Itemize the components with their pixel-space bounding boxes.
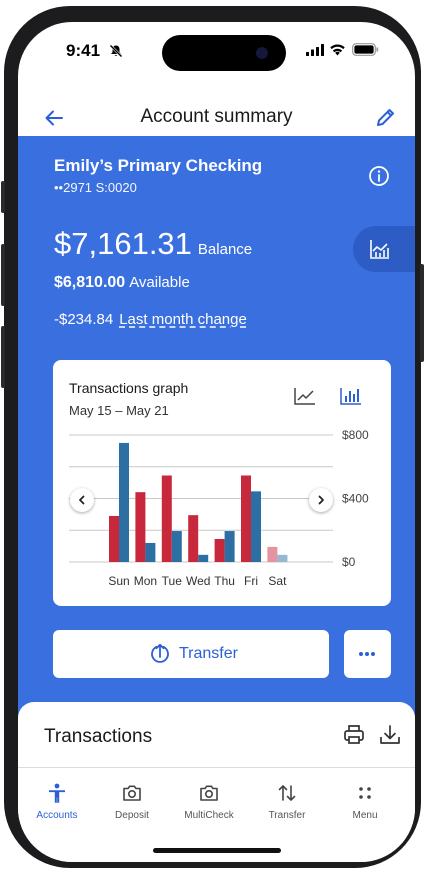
chart-bar (241, 475, 251, 562)
chart-bar (277, 554, 288, 562)
download-icon[interactable] (377, 722, 403, 748)
camera-icon (123, 785, 141, 801)
chart-bar (119, 442, 129, 562)
side-button-volume-up (1, 244, 5, 306)
tab-label: Transfer (268, 810, 306, 821)
chart-bar (188, 515, 199, 562)
chart-bar (198, 554, 209, 562)
upload-circle-icon (151, 643, 169, 663)
cellular-signal-icon (306, 44, 324, 56)
chart-next-button[interactable] (309, 488, 333, 512)
transactions-title: Transactions (44, 726, 153, 747)
camera-dot (256, 47, 268, 59)
tab-deposit[interactable]: Deposit (96, 778, 168, 821)
tab-multicheck[interactable]: MultiCheck (173, 778, 245, 821)
tab-accounts[interactable]: Accounts (21, 778, 93, 821)
chart-bar (171, 531, 182, 562)
status-time: 9:41 (66, 41, 101, 60)
phone-frame: 9:41 Account summary Emily’s Primary Che… (1, 6, 424, 868)
print-icon[interactable] (341, 722, 367, 748)
change-amount: -$234.84 (54, 311, 114, 328)
chart-bar (214, 538, 225, 562)
transfer-button[interactable]: Transfer (53, 630, 329, 678)
change-label-link[interactable]: Last month change (119, 311, 247, 328)
chart-bar (109, 515, 119, 562)
tab-menu[interactable]: Menu (329, 778, 401, 821)
x-tick-label: Tue (162, 574, 183, 588)
dots-grid-icon (359, 787, 371, 799)
transfer-arrows-icon (278, 785, 296, 801)
balance-amount: $7,161.31 (54, 226, 192, 261)
tab-label: MultiCheck (184, 810, 234, 821)
tab-label: Accounts (36, 810, 78, 821)
available-label: Available (129, 274, 190, 291)
tab-label: Deposit (115, 810, 149, 821)
available-row: $6,810.00 Available (54, 274, 190, 292)
side-button-power (420, 264, 424, 362)
chart-bar (267, 546, 278, 562)
y-tick-label: $400 (342, 492, 369, 506)
page-title: Account summary (140, 106, 293, 127)
chevron-right-icon (318, 495, 324, 505)
status-bar: 9:41 (18, 22, 415, 82)
camera-icon (200, 785, 218, 801)
chevron-left-icon (79, 495, 85, 505)
side-button-mute (1, 181, 5, 213)
account-number: ••2971 S:0020 (54, 180, 137, 195)
person-icon (49, 783, 65, 803)
pencil-icon[interactable] (371, 104, 399, 132)
tab-transfer[interactable]: Transfer (251, 778, 323, 821)
last-month-change-row: -$234.84 Last month change (54, 311, 247, 328)
transactions-graph-card: Transactions graph May 15 – May 21 $0 $40… (53, 360, 391, 606)
dynamic-island (162, 35, 286, 71)
home-indicator (153, 848, 281, 853)
available-amount: $6,810.00 (54, 274, 126, 291)
x-tick-label: Wed (186, 574, 210, 588)
account-summary-panel: Emily’s Primary Checking ••2971 S:0020 $… (18, 136, 415, 736)
y-tick-label: $0 (342, 555, 356, 569)
balance-row: $7,161.31 Balance (54, 226, 252, 262)
battery-icon (352, 43, 379, 56)
transactions-bar-chart: $0 $400 $800 Sun Mon Tue Wed Thu Fri Sat (69, 428, 369, 588)
tab-label: Menu (352, 810, 378, 821)
x-tick-label: Mon (134, 574, 157, 588)
balance-label: Balance (197, 241, 253, 258)
x-tick-label: Fri (244, 574, 258, 588)
more-dots-icon (359, 652, 375, 656)
screen: 9:41 Account summary Emily’s Primary Che… (18, 22, 415, 862)
x-tick-label: Thu (214, 574, 235, 588)
app-header: Account summary (18, 98, 415, 138)
chart-toggle-tab[interactable] (353, 226, 415, 272)
account-name: Emily’s Primary Checking (54, 156, 263, 175)
y-tick-label: $800 (342, 428, 369, 442)
x-tick-label: Sat (268, 574, 287, 588)
chart-bar (135, 492, 146, 562)
x-tick-label: Sun (108, 574, 129, 588)
transfer-button-label: Transfer (179, 645, 238, 662)
side-button-volume-down (1, 326, 5, 388)
chart-bar (251, 491, 261, 562)
chart-bar (224, 531, 235, 562)
silent-bell-icon (109, 44, 123, 58)
info-icon[interactable] (367, 164, 391, 188)
more-actions-button[interactable] (344, 630, 391, 678)
chart-bar (145, 542, 156, 562)
wifi-icon (330, 44, 345, 56)
analytics-icon (370, 240, 389, 259)
chart-bar (161, 475, 172, 562)
chart-prev-button[interactable] (70, 488, 94, 512)
